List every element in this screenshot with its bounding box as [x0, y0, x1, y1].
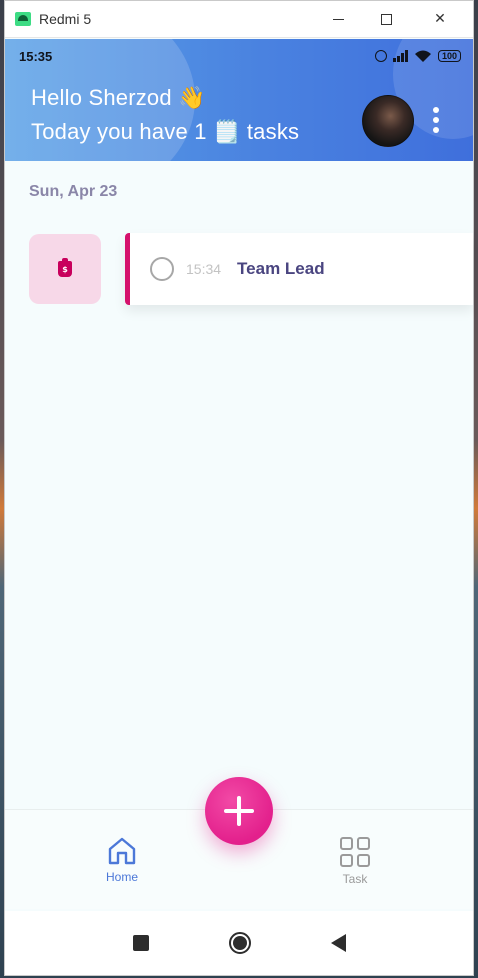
home-circle-icon[interactable] [228, 932, 251, 954]
greeting: Hello Sherzod 👋 Today you have 1 🗒️ task… [31, 81, 299, 149]
window-title: Redmi 5 [39, 11, 92, 27]
status-time: 15:35 [19, 48, 53, 64]
task-title: Team Lead [237, 259, 325, 278]
minimize-button[interactable] [315, 1, 361, 37]
alarm-icon [374, 50, 387, 62]
maximize-button[interactable] [363, 1, 409, 37]
minimize-icon [332, 18, 344, 20]
more-vertical-icon[interactable] [433, 107, 439, 133]
signal-icon [392, 50, 408, 62]
home-icon [108, 837, 136, 865]
android-app-icon [15, 12, 31, 26]
nav-item-task[interactable]: Task [315, 836, 395, 886]
close-button[interactable]: ✕ [417, 1, 463, 37]
greeting-line-1: Hello Sherzod 👋 [31, 85, 206, 110]
avatar[interactable] [362, 95, 414, 147]
status-bar: 15:35 100 [19, 47, 461, 65]
plus-icon [224, 796, 254, 826]
date-label: Sun, Apr 23 [29, 183, 118, 200]
wifi-icon [414, 50, 431, 62]
task-category-tile: $ [29, 234, 101, 304]
greeting-line-2: Today you have 1 🗒️ tasks [31, 119, 300, 144]
close-icon: ✕ [434, 11, 446, 27]
status-icons: 100 [374, 50, 461, 63]
task-time: 15:34 [186, 261, 222, 277]
add-task-button[interactable] [205, 777, 273, 845]
nav-label-task: Task [342, 872, 368, 886]
nav-item-home[interactable]: Home [82, 836, 162, 884]
grid-icon [340, 837, 370, 867]
app-header: 15:35 100 Hello Sherzod 👋 Today you have… [5, 39, 473, 161]
money-bag-icon: $ [58, 258, 72, 277]
task-card[interactable]: 15:34 Team Lead [125, 233, 473, 305]
task-row[interactable]: $ 15:34 Team Lead [5, 233, 473, 305]
battery-icon: 100 [437, 50, 461, 62]
recents-icon[interactable] [132, 935, 149, 951]
maximize-icon [380, 13, 392, 25]
back-icon[interactable] [330, 934, 346, 952]
window-titlebar: Redmi 5 ✕ [5, 1, 473, 38]
nav-label-home: Home [105, 870, 138, 884]
emulator-window: Redmi 5 ✕ 15:35 100 Hello Sherzod 👋 Toda… [4, 0, 474, 976]
system-navigation-bar [5, 911, 473, 975]
task-complete-checkbox[interactable] [150, 257, 174, 281]
